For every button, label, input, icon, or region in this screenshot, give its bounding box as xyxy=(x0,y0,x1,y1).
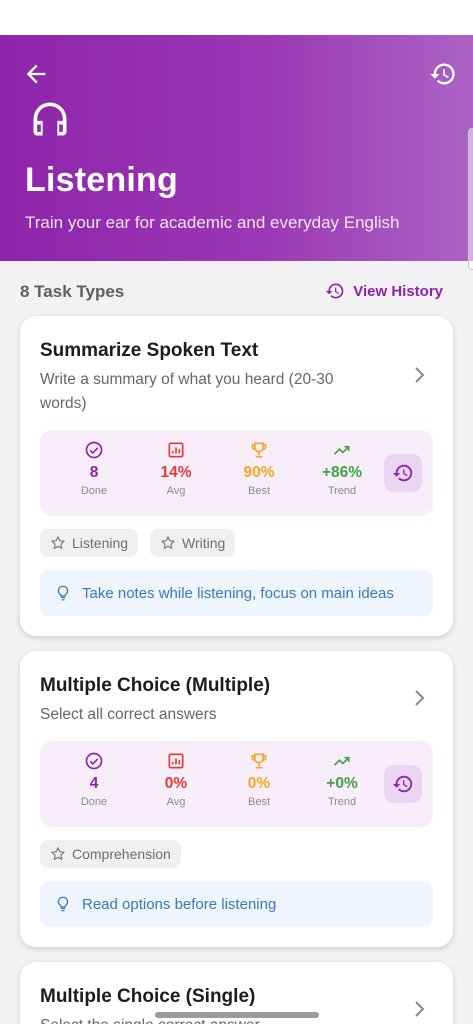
star-outline-icon xyxy=(50,846,66,861)
task-history-button[interactable] xyxy=(384,765,422,803)
task-description: Select all correct answers xyxy=(40,706,217,723)
stat-done-label: Done xyxy=(80,796,108,808)
trending-up-icon xyxy=(333,756,350,766)
stat-avg-value: 0% xyxy=(164,775,188,792)
check-circle-icon xyxy=(85,441,103,459)
tip-text: Read options before listening xyxy=(82,895,277,913)
stat-done-label: Done xyxy=(80,485,108,497)
stats-panel: 8 Done 14% Avg 90% Best +86% Trend xyxy=(40,430,433,516)
stat-avg-label: Avg xyxy=(166,485,186,497)
stat-best: 90% Best xyxy=(224,440,294,497)
gesture-nav-bar[interactable] xyxy=(155,1012,319,1018)
stat-best-label: Best xyxy=(247,796,270,808)
stat-avg-value: 14% xyxy=(160,464,192,481)
stat-best: 0% Best xyxy=(224,751,294,808)
task-description: Write a summary of what you heard (20-30… xyxy=(40,371,334,412)
view-history-label: View History xyxy=(353,282,443,300)
chart-icon xyxy=(168,442,184,458)
stat-best-label: Best xyxy=(247,485,270,497)
stat-trend-label: Trend xyxy=(327,485,357,497)
section-header: 8 Task Types View History xyxy=(20,281,443,303)
stat-trend-value: +86% xyxy=(321,464,363,481)
history-icon xyxy=(326,283,344,299)
stat-done-value: 8 xyxy=(89,464,99,481)
stat-avg: 0% Avg xyxy=(141,751,211,808)
headphones-icon xyxy=(28,97,72,141)
chart-icon xyxy=(168,753,184,769)
page-title: Listening xyxy=(25,161,178,199)
stat-done: 4 Done xyxy=(59,751,129,808)
view-history-link[interactable]: View History xyxy=(325,281,443,301)
stat-trend-label: Trend xyxy=(327,796,357,808)
task-history-button[interactable] xyxy=(384,454,422,492)
history-icon xyxy=(392,464,413,482)
history-button[interactable] xyxy=(429,60,457,88)
stat-avg-label: Avg xyxy=(166,796,186,808)
trending-up-icon xyxy=(333,445,350,455)
stat-best-value: 90% xyxy=(243,464,275,481)
stat-best-value: 0% xyxy=(247,775,271,792)
tip-text: Take notes while listening, focus on mai… xyxy=(82,584,394,602)
chevron-right-icon xyxy=(415,367,425,383)
chevron-right-icon xyxy=(415,1001,425,1017)
back-button[interactable] xyxy=(22,60,50,88)
arrow-left-icon xyxy=(26,64,46,84)
star-outline-icon xyxy=(160,535,176,550)
task-card-multiple-choice-multiple[interactable]: Multiple Choice (Multiple) Select all co… xyxy=(20,651,453,947)
trophy-icon xyxy=(251,442,267,458)
history-icon xyxy=(392,775,413,793)
status-bar xyxy=(0,0,473,35)
tip-box: Take notes while listening, focus on mai… xyxy=(40,570,433,616)
listening-header: Listening Train your ear for academic an… xyxy=(0,35,473,261)
task-title: Multiple Choice (Multiple) xyxy=(40,675,271,696)
lightbulb-icon xyxy=(57,585,69,601)
stat-trend-value: +0% xyxy=(326,775,358,792)
tag-chip: Writing xyxy=(150,529,236,557)
tag-chip: Listening xyxy=(40,529,139,557)
stat-trend: +86% Trend xyxy=(307,440,377,497)
trophy-icon xyxy=(251,753,267,769)
task-card-summarize-spoken-text[interactable]: Summarize Spoken Text Write a summary of… xyxy=(20,316,453,636)
lightbulb-icon xyxy=(57,896,69,912)
scrollbar-thumb[interactable] xyxy=(468,128,473,270)
tag-chip: Comprehension xyxy=(40,840,181,868)
tag-label: Writing xyxy=(182,535,226,551)
stat-done-value: 4 xyxy=(89,775,99,792)
history-icon xyxy=(430,63,455,85)
stat-trend: +0% Trend xyxy=(307,751,377,808)
stats-panel: 4 Done 0% Avg 0% Best +0% Trend xyxy=(40,741,433,827)
tip-box: Read options before listening xyxy=(40,881,433,927)
chevron-right-icon xyxy=(415,690,425,706)
page-subtitle: Train your ear for academic and everyday… xyxy=(25,213,400,232)
tag-label: Listening xyxy=(72,535,129,551)
task-types-count: 8 Task Types xyxy=(20,282,125,301)
tag-label: Comprehension xyxy=(72,846,171,862)
check-circle-icon xyxy=(85,752,103,770)
task-title: Multiple Choice (Single) xyxy=(40,986,256,1007)
star-outline-icon xyxy=(50,535,66,550)
stat-avg: 14% Avg xyxy=(141,440,211,497)
stat-done: 8 Done xyxy=(59,440,129,497)
task-title: Summarize Spoken Text xyxy=(40,340,259,361)
